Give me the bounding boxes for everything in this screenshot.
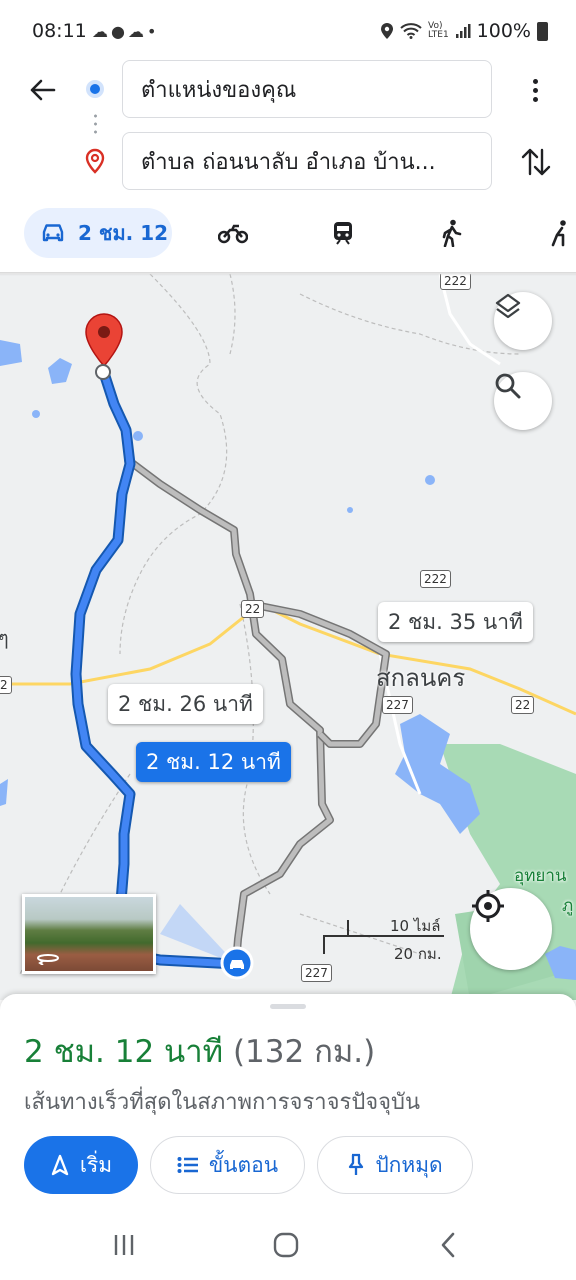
pond [347, 507, 353, 513]
lake [48, 358, 72, 384]
my-location-button[interactable] [470, 888, 552, 970]
signal-icon [455, 24, 471, 38]
back-nav-button[interactable] [428, 1230, 468, 1260]
road-badge: 2 [0, 676, 12, 694]
park-label: อุทยาน [514, 866, 567, 886]
navigation-arrow-icon [51, 1154, 69, 1176]
dot-icon: • [146, 22, 160, 41]
location-icon [380, 23, 393, 39]
lake [0, 779, 8, 806]
route-duration: 2 ชม. 12 นาที [24, 1034, 224, 1070]
layers-icon [495, 293, 521, 319]
mode-bike-tab[interactable] [542, 216, 576, 250]
notification-icons: ☁●☁• [92, 22, 159, 41]
start-label: เริ่ม [79, 1152, 113, 1177]
scale-label-km: 20 กม. [394, 945, 442, 963]
search-along-route-button[interactable] [494, 372, 552, 430]
car-icon [42, 224, 64, 242]
route-description: เส้นทางเร็วที่สุดในสภาพการจราจรปัจจุบัน [24, 1090, 421, 1115]
more-options-button[interactable] [520, 72, 550, 108]
scale-label-miles: 10 ไมล์ [390, 917, 441, 935]
street-view-thumbnail[interactable] [22, 894, 156, 974]
road-badge: 22 [241, 600, 265, 618]
drive-duration: 2 ชม. 12 [78, 221, 169, 245]
line-app-icon: ● [111, 22, 128, 41]
mode-drive-tab[interactable]: 2 ชม. 12 [24, 208, 172, 258]
motorcycle-icon [218, 224, 248, 244]
home-button[interactable] [266, 1230, 306, 1260]
alt-route-callout[interactable]: 2 ชม. 35 นาที [378, 602, 533, 642]
start-button[interactable]: เริ่ม [24, 1136, 138, 1194]
battery-icon [537, 21, 548, 41]
home-icon [273, 1232, 299, 1258]
weather-icon: ☁ [127, 22, 147, 41]
edge-label: ๆ [0, 626, 9, 650]
system-icons: Vo) LTE1 100% [380, 20, 548, 42]
destination-marker-icon[interactable] [82, 312, 126, 382]
walk-icon [442, 219, 462, 247]
back-icon [441, 1232, 455, 1258]
pushpin-icon [349, 1153, 364, 1175]
transit-icon [334, 222, 352, 245]
map-view[interactable]: 222 222 22 227 22 2 227 สกลนคร อุทยาน ภู… [0, 274, 576, 1000]
road-badge: 222 [420, 570, 451, 588]
wifi-icon [400, 23, 422, 39]
steps-label: ขั้นตอน [208, 1152, 279, 1177]
search-icon [495, 373, 521, 399]
lake [0, 340, 22, 366]
current-location-marker-icon [220, 946, 254, 980]
arrow-left-icon [30, 79, 56, 101]
destination-pin-icon [85, 148, 105, 174]
alt-route-callout[interactable]: 2 ชม. 26 นาที [108, 684, 263, 724]
destination-field[interactable]: ตำบล ถ่อนนาลับ อำเภอ บ้าน... [122, 132, 492, 190]
selected-route-callout[interactable]: 2 ชม. 12 นาที [136, 742, 291, 782]
layers-button[interactable] [494, 292, 552, 350]
origin-dot-icon [86, 80, 104, 98]
road-badge: 22 [511, 696, 535, 714]
city-label: สกลนคร [376, 664, 466, 692]
pin-label: ปักหมุด [375, 1152, 443, 1177]
volte-icon: Vo) LTE1 [427, 21, 449, 40]
pond [32, 410, 40, 418]
status-bar: 08:11 ☁●☁• Vo) LTE1 100% [0, 0, 576, 62]
system-nav-bar [0, 1212, 576, 1280]
route-summary: 2 ชม. 12 นาที (132 กม.) [24, 1026, 375, 1076]
road-badge: 227 [382, 696, 413, 714]
status-time: 08:11 [32, 20, 87, 42]
mode-transit-tab[interactable] [326, 216, 360, 250]
swap-icon[interactable] [516, 142, 556, 182]
back-button[interactable] [24, 72, 60, 108]
battery-level: 100% [476, 20, 531, 42]
rotate-360-icon [37, 954, 60, 965]
pond [425, 475, 435, 485]
recents-icon [114, 1235, 134, 1255]
drag-handle[interactable] [270, 1004, 306, 1009]
route-distance: (132 กม.) [232, 1034, 376, 1070]
road-badge: 222 [440, 274, 471, 290]
recents-button[interactable] [104, 1230, 144, 1260]
list-icon [177, 1157, 198, 1173]
steps-button[interactable]: ขั้นตอน [150, 1136, 305, 1194]
bike-icon [551, 220, 566, 247]
mode-walk-tab[interactable] [434, 216, 468, 250]
crosshair-icon [472, 890, 504, 922]
origin-field[interactable]: ตำแหน่งของคุณ [122, 60, 492, 118]
route-connector [94, 112, 97, 138]
park-label-2: ภู [562, 896, 574, 916]
header-shadow [0, 272, 576, 276]
cloud-icon: ☁ [92, 22, 111, 41]
pond [133, 431, 143, 441]
pin-button[interactable]: ปักหมุด [317, 1136, 473, 1194]
road-badge: 227 [301, 964, 332, 982]
mode-motorcycle-tab[interactable] [216, 216, 250, 250]
